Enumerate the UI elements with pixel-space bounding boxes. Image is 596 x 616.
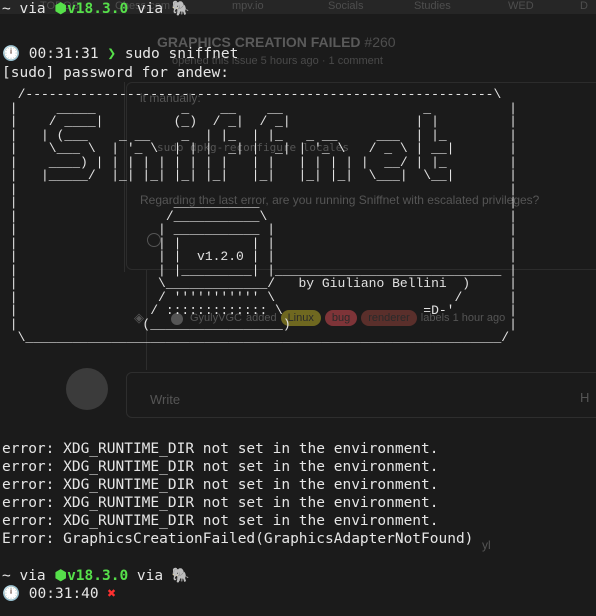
error-line: error: XDG_RUNTIME_DIR not set in the en…	[2, 495, 439, 511]
sudo-password-prompt: [sudo] password for andew:	[2, 65, 229, 81]
prompt-cwd: ~	[2, 568, 11, 584]
prompt-line-2: ~ via ⬢v18.3.0 via 🐘	[2, 567, 190, 585]
prompt-chevron-icon: ❯	[107, 46, 117, 62]
error-line: error: XDG_RUNTIME_DIR not set in the en…	[2, 513, 439, 529]
heading-toolbar-button[interactable]: H	[580, 390, 589, 405]
graphics-error-line: Error: GraphicsCreationFailed(GraphicsAd…	[2, 531, 474, 547]
faint-text: yl	[482, 538, 491, 552]
command-text: sudo sniffnet	[124, 46, 239, 62]
user-avatar	[66, 368, 108, 410]
sniffnet-banner-art: /---------------------------------------…	[9, 87, 517, 345]
comment-editor[interactable]	[126, 372, 596, 418]
bookmark-studies[interactable]: Studies	[414, 0, 451, 12]
final-prompt-line[interactable]: 🕛 00:31:40 ✖	[2, 585, 116, 603]
error-line: error: XDG_RUNTIME_DIR not set in the en…	[2, 459, 439, 475]
clock-icon: 🕛	[2, 586, 21, 602]
command-line: 🕛 00:31:31 ❯ sudo sniffnet	[2, 45, 238, 63]
prompt-via: via	[19, 1, 46, 17]
bookmark-mpv[interactable]: mpv.io	[232, 0, 264, 12]
prompt-line-1: ~ via ⬢v18.3.0 via 🐘	[2, 0, 190, 18]
prompt-time: 00:31:31	[28, 46, 99, 62]
prompt-cwd: ~	[2, 1, 11, 17]
bookmark-d[interactable]: D	[580, 0, 588, 12]
prompt-via: via	[19, 568, 46, 584]
prompt-via-2: via	[136, 1, 164, 17]
bookmark-wed[interactable]: WED	[508, 0, 534, 12]
node-version: v18.3.0	[67, 568, 129, 584]
error-line: error: XDG_RUNTIME_DIR not set in the en…	[2, 441, 439, 457]
elephant-icon: 🐘	[171, 568, 190, 584]
tab-write[interactable]: Write	[150, 392, 180, 407]
nodejs-icon: ⬢	[54, 1, 68, 17]
elephant-icon: 🐘	[171, 1, 190, 17]
bookmark-socials[interactable]: Socials	[328, 0, 363, 12]
node-version: v18.3.0	[67, 1, 129, 17]
error-status-icon: ✖	[107, 586, 117, 602]
clock-icon: 🕛	[2, 46, 21, 62]
prompt-time: 00:31:40	[28, 586, 99, 602]
issue-number: #260	[364, 34, 396, 50]
error-line: error: XDG_RUNTIME_DIR not set in the en…	[2, 477, 439, 493]
prompt-via-2: via	[136, 568, 164, 584]
nodejs-icon: ⬢	[54, 568, 68, 584]
